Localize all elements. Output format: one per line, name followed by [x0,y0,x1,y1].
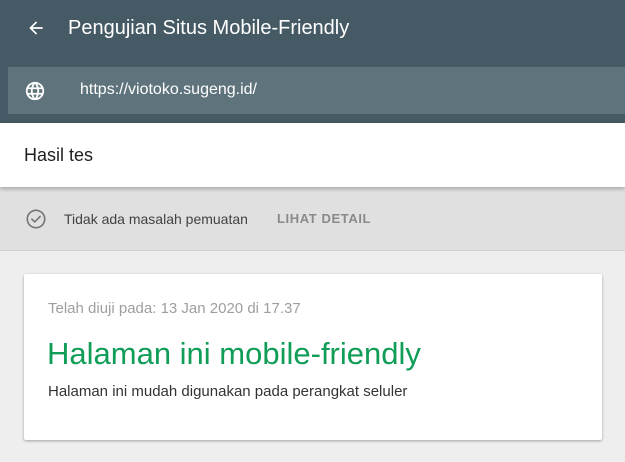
url-bar[interactable]: https://viotoko.sugeng.id/ [8,67,625,114]
arrow-left-icon [29,21,43,35]
page-title: Pengujian Situs Mobile-Friendly [68,17,350,39]
verdict-heading: Halaman ini mobile-friendly [47,336,421,371]
check-circle-icon [26,209,46,229]
verdict-description: Halaman ini mudah digunakan pada perangk… [48,383,408,400]
view-details-link[interactable]: LIHAT DETAIL [277,210,371,228]
results-header: Hasil tes [0,123,625,187]
app-header: Pengujian Situs Mobile-Friendly https://… [0,0,625,123]
loading-status-bar: Tidak ada masalah pemuatan LIHAT DETAIL [0,187,625,251]
top-bar: Pengujian Situs Mobile-Friendly [0,0,625,58]
back-button[interactable] [22,14,50,42]
tested-on-timestamp: Telah diuji pada: 13 Jan 2020 di 17.37 [48,300,301,317]
url-input[interactable]: https://viotoko.sugeng.id/ [80,80,257,100]
results-title: Hasil tes [24,145,94,165]
status-text: Tidak ada masalah pemuatan [64,211,248,227]
globe-icon [25,81,45,101]
result-card: Telah diuji pada: 13 Jan 2020 di 17.37 H… [24,274,602,440]
